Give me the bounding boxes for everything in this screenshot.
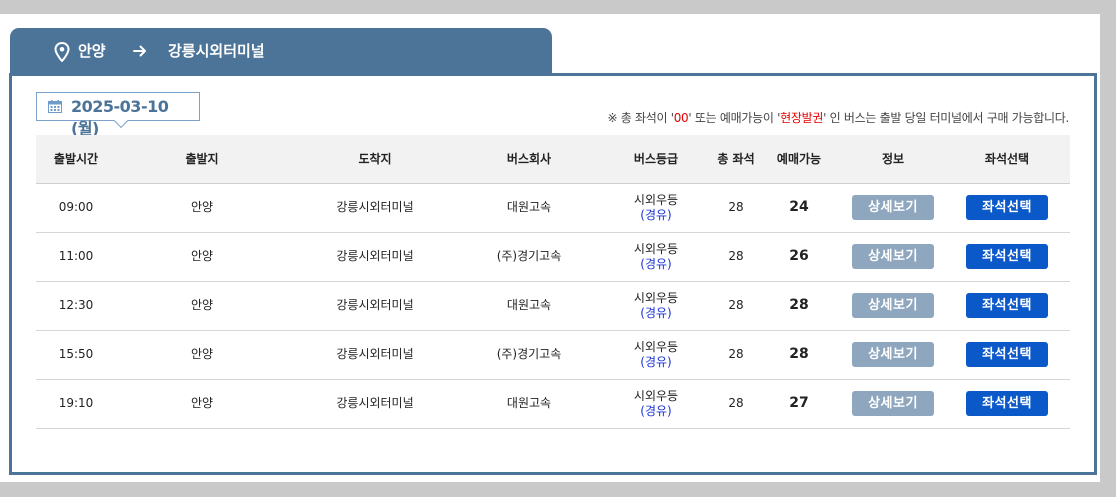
origin: 안양 <box>116 281 288 331</box>
arrival-terminal: 강릉시외터미널 <box>168 42 265 60</box>
bus-grade-cell: 시외우등 (경유) <box>596 232 716 282</box>
info-cell: 상세보기 <box>842 183 944 233</box>
notice-prefix: ※ 총 좌석이 ' <box>607 111 674 125</box>
notice-middle: ' 또는 예매가능이 ' <box>688 111 781 125</box>
header-total-seats: 총 좌석 <box>716 135 756 184</box>
purchase-notice: ※ 총 좌석이 '00' 또는 예매가능이 '현장발권' 인 버스는 출발 당일… <box>607 109 1069 126</box>
destination: 강릉시외터미널 <box>288 232 462 282</box>
origin: 안양 <box>116 330 288 380</box>
table-row: 15:50 안양 강릉시외터미널 (주)경기고속 시외우등 (경유) 28 28 … <box>36 330 1070 380</box>
available-seats: 28 <box>756 281 842 331</box>
departure-time: 19:10 <box>36 379 116 429</box>
departure-terminal: 안양 <box>78 42 106 60</box>
select-seat-button[interactable]: 좌석선택 <box>966 244 1048 269</box>
destination: 강릉시외터미널 <box>288 330 462 380</box>
bus-company: 대원고속 <box>462 379 596 429</box>
total-seats: 28 <box>716 330 756 380</box>
header-bus-grade: 버스등급 <box>596 135 716 184</box>
destination: 강릉시외터미널 <box>288 379 462 429</box>
schedule-panel: 2025-03-10 (월) ※ 총 좌석이 '00' 또는 예매가능이 '현장… <box>9 73 1097 475</box>
table-row: 12:30 안양 강릉시외터미널 대원고속 시외우등 (경유) 28 28 상세보… <box>36 281 1070 331</box>
header-seat-select: 좌석선택 <box>944 135 1070 184</box>
page-canvas: 안양 강릉시외터미널 2025-03-10 (월) ※ 총 좌석이 '00' 또… <box>0 14 1100 482</box>
header-available-seats: 예매가능 <box>756 135 842 184</box>
bus-company: (주)경기고속 <box>462 232 596 282</box>
available-seats: 24 <box>756 183 842 233</box>
notice-onsite-ticketing: 현장발권 <box>780 111 824 125</box>
info-cell: 상세보기 <box>842 330 944 380</box>
table-row: 11:00 안양 강릉시외터미널 (주)경기고속 시외우등 (경유) 28 26 … <box>36 232 1070 282</box>
detail-button[interactable]: 상세보기 <box>852 391 934 416</box>
bus-grade: 시외우등 <box>633 339 679 354</box>
seat-select-cell: 좌석선택 <box>944 183 1070 233</box>
select-seat-button[interactable]: 좌석선택 <box>966 293 1048 318</box>
bus-grade: 시외우등 <box>633 388 679 403</box>
map-pin-icon <box>54 42 70 62</box>
header-departure-time: 출발시간 <box>36 135 116 184</box>
origin: 안양 <box>116 183 288 233</box>
info-cell: 상세보기 <box>842 281 944 331</box>
total-seats: 28 <box>716 232 756 282</box>
destination: 강릉시외터미널 <box>288 183 462 233</box>
notice-suffix: ' 인 버스는 출발 당일 터미널에서 구매 가능합니다. <box>823 111 1069 125</box>
departure-time: 11:00 <box>36 232 116 282</box>
departure-time: 09:00 <box>36 183 116 233</box>
available-seats: 26 <box>756 232 842 282</box>
bus-grade: 시외우등 <box>633 241 679 256</box>
bus-company: 대원고속 <box>462 183 596 233</box>
detail-button[interactable]: 상세보기 <box>852 342 934 367</box>
seat-select-cell: 좌석선택 <box>944 379 1070 429</box>
seat-select-cell: 좌석선택 <box>944 330 1070 380</box>
header-origin: 출발지 <box>116 135 288 184</box>
bus-company: 대원고속 <box>462 281 596 331</box>
bus-grade-cell: 시외우등 (경유) <box>596 281 716 331</box>
select-seat-button[interactable]: 좌석선택 <box>966 342 1048 367</box>
via-label: (경유) <box>640 403 672 418</box>
arrow-right-icon <box>133 45 146 57</box>
bus-grade-cell: 시외우등 (경유) <box>596 183 716 233</box>
detail-button[interactable]: 상세보기 <box>852 195 934 220</box>
table-body: 09:00 안양 강릉시외터미널 대원고속 시외우등 (경유) 28 24 상세보… <box>36 183 1070 429</box>
detail-button[interactable]: 상세보기 <box>852 244 934 269</box>
selected-date: 2025-03-10 (월) <box>71 97 169 138</box>
calendar-icon <box>48 100 62 113</box>
via-label: (경유) <box>640 354 672 369</box>
bus-grade-cell: 시외우등 (경유) <box>596 330 716 380</box>
table-row: 19:10 안양 강릉시외터미널 대원고속 시외우등 (경유) 28 27 상세보… <box>36 379 1070 429</box>
bus-company: (주)경기고속 <box>462 330 596 380</box>
bus-grade: 시외우등 <box>633 192 679 207</box>
select-seat-button[interactable]: 좌석선택 <box>966 195 1048 220</box>
date-display[interactable]: 2025-03-10 (월) <box>36 92 200 138</box>
bus-schedule-table: 출발시간 출발지 도착지 버스회사 버스등급 총 좌석 예매가능 정보 좌석선택… <box>36 135 1070 429</box>
detail-button[interactable]: 상세보기 <box>852 293 934 318</box>
seat-select-cell: 좌석선택 <box>944 232 1070 282</box>
header-destination: 도착지 <box>288 135 462 184</box>
header-row: 출발시간 출발지 도착지 버스회사 버스등급 총 좌석 예매가능 정보 좌석선택 <box>36 135 1070 184</box>
header-bus-company: 버스회사 <box>462 135 596 184</box>
available-seats: 27 <box>756 379 842 429</box>
notice-zero-seats: 00 <box>673 111 689 125</box>
select-seat-button[interactable]: 좌석선택 <box>966 391 1048 416</box>
via-label: (경유) <box>640 256 672 271</box>
info-cell: 상세보기 <box>842 232 944 282</box>
total-seats: 28 <box>716 183 756 233</box>
route-header-tab: 안양 강릉시외터미널 <box>10 28 552 76</box>
via-label: (경유) <box>640 305 672 320</box>
table-row: 09:00 안양 강릉시외터미널 대원고속 시외우등 (경유) 28 24 상세보… <box>36 183 1070 233</box>
available-seats: 28 <box>756 330 842 380</box>
departure-time: 15:50 <box>36 330 116 380</box>
total-seats: 28 <box>716 281 756 331</box>
info-cell: 상세보기 <box>842 379 944 429</box>
bus-grade: 시외우등 <box>633 290 679 305</box>
departure-time: 12:30 <box>36 281 116 331</box>
destination: 강릉시외터미널 <box>288 281 462 331</box>
header-info: 정보 <box>842 135 944 184</box>
bus-grade-cell: 시외우등 (경유) <box>596 379 716 429</box>
origin: 안양 <box>116 379 288 429</box>
origin: 안양 <box>116 232 288 282</box>
total-seats: 28 <box>716 379 756 429</box>
via-label: (경유) <box>640 207 672 222</box>
table-header: 출발시간 출발지 도착지 버스회사 버스등급 총 좌석 예매가능 정보 좌석선택 <box>36 135 1070 184</box>
seat-select-cell: 좌석선택 <box>944 281 1070 331</box>
